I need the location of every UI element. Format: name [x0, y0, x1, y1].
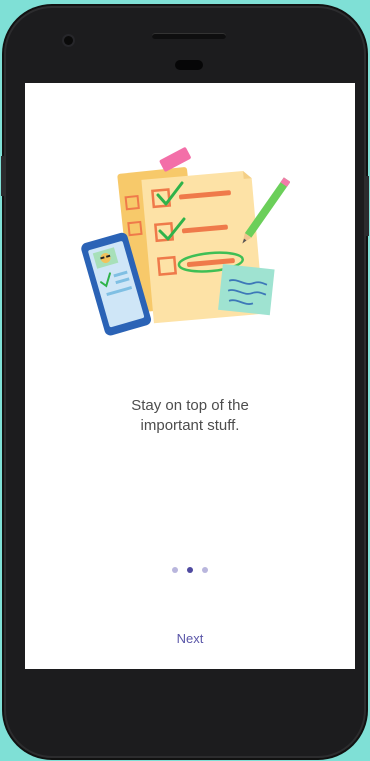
- page-dot-2-active[interactable]: [187, 567, 193, 573]
- page-dot-3[interactable]: [202, 567, 208, 573]
- onboarding-message: Stay on top of the important stuff.: [25, 396, 355, 436]
- message-line-1: Stay on top of the: [131, 397, 249, 414]
- phone-frame: Stay on top of the important stuff. Next: [1, 6, 369, 758]
- checklist-illustration: [81, 147, 290, 336]
- power-button: [366, 176, 369, 236]
- volume-button: [1, 156, 4, 196]
- page-dot-1[interactable]: [172, 567, 178, 573]
- message-line-2: important stuff.: [140, 417, 240, 434]
- onboarding-screen: Stay on top of the important stuff. Next: [25, 83, 355, 669]
- front-camera: [64, 36, 73, 45]
- proximity-sensor: [175, 60, 203, 70]
- earpiece-speaker: [152, 33, 226, 39]
- next-button[interactable]: Next: [150, 625, 230, 653]
- page-indicator: [25, 567, 355, 573]
